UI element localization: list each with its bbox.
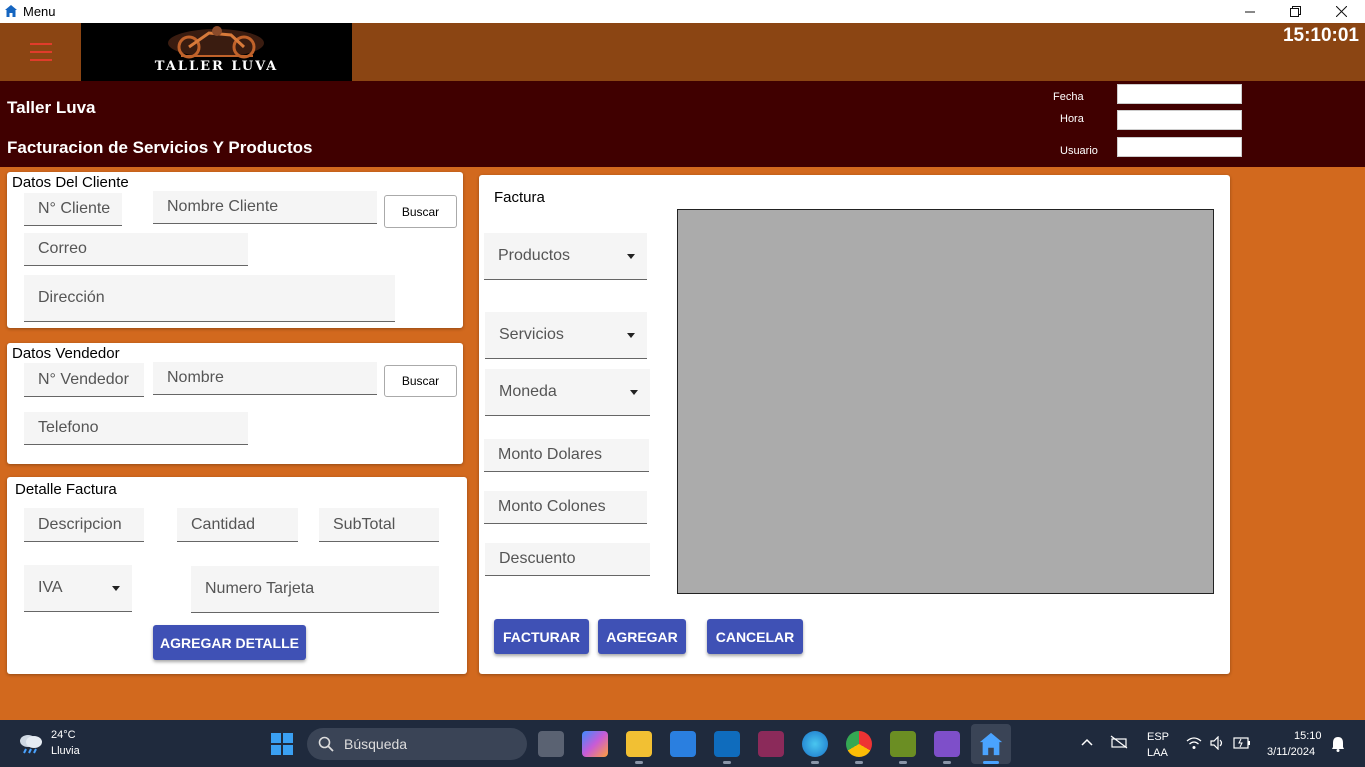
file-explorer-icon[interactable] — [626, 731, 652, 757]
cancelar-button[interactable]: CANCELAR — [707, 619, 803, 654]
agregar-detalle-button[interactable]: AGREGAR DETALLE — [153, 625, 306, 660]
page-title: Facturacion de Servicios Y Productos — [7, 138, 313, 157]
descuento-field[interactable]: Descuento — [485, 543, 650, 576]
subtotal-field[interactable]: SubTotal — [319, 508, 439, 542]
numero-tarjeta-field[interactable]: Numero Tarjeta — [191, 566, 439, 613]
iva-select[interactable]: IVA — [24, 565, 132, 612]
detalle-panel-title: Detalle Factura — [15, 481, 117, 498]
start-windows-icon[interactable] — [271, 733, 293, 755]
monto-dolares-field[interactable]: Monto Dolares — [484, 439, 649, 472]
taskbar-date[interactable]: 3/11/2024 — [1267, 746, 1315, 758]
agregar-button[interactable]: AGREGAR — [598, 619, 686, 654]
factura-panel-title: Factura — [494, 189, 545, 206]
volume-icon[interactable] — [1210, 736, 1226, 750]
minimize-button[interactable] — [1227, 0, 1273, 23]
nombre-cliente-field[interactable]: Nombre Cliente — [153, 191, 377, 224]
task-view-icon[interactable] — [538, 731, 564, 757]
hora-label: Hora — [1060, 113, 1084, 125]
numero-vendedor-field[interactable]: N° Vendedor — [24, 363, 144, 397]
buscar-cliente-button[interactable]: Buscar — [384, 195, 457, 228]
fecha-label: Fecha — [1053, 91, 1084, 103]
edge-icon[interactable] — [802, 731, 828, 757]
app-name: Taller Luva — [7, 98, 96, 117]
hora-field[interactable] — [1117, 110, 1242, 130]
hamburger-menu-icon[interactable] — [30, 43, 52, 61]
direccion-field[interactable]: Dirección — [24, 275, 395, 322]
close-button[interactable] — [1318, 0, 1364, 23]
facturar-button[interactable]: FACTURAR — [494, 619, 589, 654]
dropdown-arrow-icon — [630, 390, 638, 395]
title-banner: Taller Luva Facturacion de Servicios Y P… — [0, 81, 1365, 167]
dropdown-arrow-icon — [112, 586, 120, 591]
taller-app-icon[interactable] — [978, 731, 1004, 757]
usuario-field[interactable] — [1117, 137, 1242, 157]
weather-temperature[interactable]: 24°C — [51, 729, 76, 741]
language-indicator-top[interactable]: ESP — [1147, 731, 1169, 743]
window-title: Menu — [23, 4, 56, 19]
fecha-field[interactable] — [1117, 84, 1242, 104]
clock: 15:10:01 — [1282, 25, 1359, 46]
search-placeholder: Búsqueda — [344, 736, 408, 752]
close-icon — [1335, 6, 1347, 17]
telefono-field[interactable]: Telefono — [24, 412, 248, 445]
outlook-icon[interactable] — [714, 731, 740, 757]
snipping-tool-icon[interactable] — [890, 731, 916, 757]
moneda-select-label: Moneda — [499, 383, 557, 400]
battery-icon[interactable] — [1233, 737, 1251, 749]
taskbar-time[interactable]: 15:10 — [1294, 730, 1322, 742]
factura-grid[interactable] — [677, 209, 1214, 594]
servicios-select[interactable]: Servicios — [485, 312, 647, 359]
dropdown-arrow-icon — [627, 333, 635, 338]
language-indicator-bottom[interactable]: LAA — [1147, 747, 1168, 759]
restore-icon — [1289, 6, 1301, 17]
productos-select[interactable]: Productos — [484, 233, 647, 280]
search-icon — [318, 736, 334, 752]
chrome-icon[interactable] — [846, 731, 872, 757]
notification-bell-icon[interactable] — [1331, 736, 1345, 752]
usuario-label: Usuario — [1060, 145, 1098, 157]
cantidad-field[interactable]: Cantidad — [177, 508, 298, 542]
dropdown-arrow-icon — [627, 254, 635, 259]
nombre-vendedor-field[interactable]: Nombre — [153, 362, 377, 395]
window-titlebar: Menu — [0, 0, 1365, 23]
servicios-select-label: Servicios — [499, 326, 564, 343]
taskbar: 24°C Lluvia Búsqueda ESP LAA 15:10 3/11/… — [0, 720, 1365, 767]
network-off-icon[interactable] — [1110, 735, 1128, 749]
microsoft-store-icon[interactable] — [670, 731, 696, 757]
correo-field[interactable]: Correo — [24, 233, 248, 266]
visual-studio-icon[interactable] — [934, 731, 960, 757]
app-header: TALLER LUVA 15:10:01 — [0, 23, 1365, 81]
descripcion-field[interactable]: Descripcion — [24, 508, 144, 542]
vendedor-panel-title: Datos Vendedor — [12, 345, 120, 362]
monto-colones-field[interactable]: Monto Colones — [484, 491, 647, 524]
logo-text: TALLER LUVA — [154, 59, 279, 74]
moneda-select[interactable]: Moneda — [485, 369, 650, 416]
rain-cloud-icon[interactable] — [18, 732, 44, 754]
buscar-vendedor-button[interactable]: Buscar — [384, 365, 457, 397]
chevron-up-icon[interactable] — [1081, 738, 1093, 746]
iva-select-label: IVA — [38, 579, 63, 596]
home-icon — [5, 5, 17, 17]
cliente-panel-title: Datos Del Cliente — [12, 174, 129, 191]
logo: TALLER LUVA — [81, 23, 352, 81]
minimize-icon — [1245, 11, 1255, 12]
taskbar-search[interactable]: Búsqueda — [307, 728, 527, 760]
winrar-icon[interactable] — [758, 731, 784, 757]
productos-select-label: Productos — [498, 247, 571, 264]
numero-cliente-field[interactable]: N° Cliente — [24, 193, 122, 226]
copilot-icon[interactable] — [582, 731, 608, 757]
restore-button[interactable] — [1272, 0, 1318, 23]
weather-description[interactable]: Lluvia — [51, 745, 80, 757]
wifi-icon[interactable] — [1186, 736, 1202, 750]
